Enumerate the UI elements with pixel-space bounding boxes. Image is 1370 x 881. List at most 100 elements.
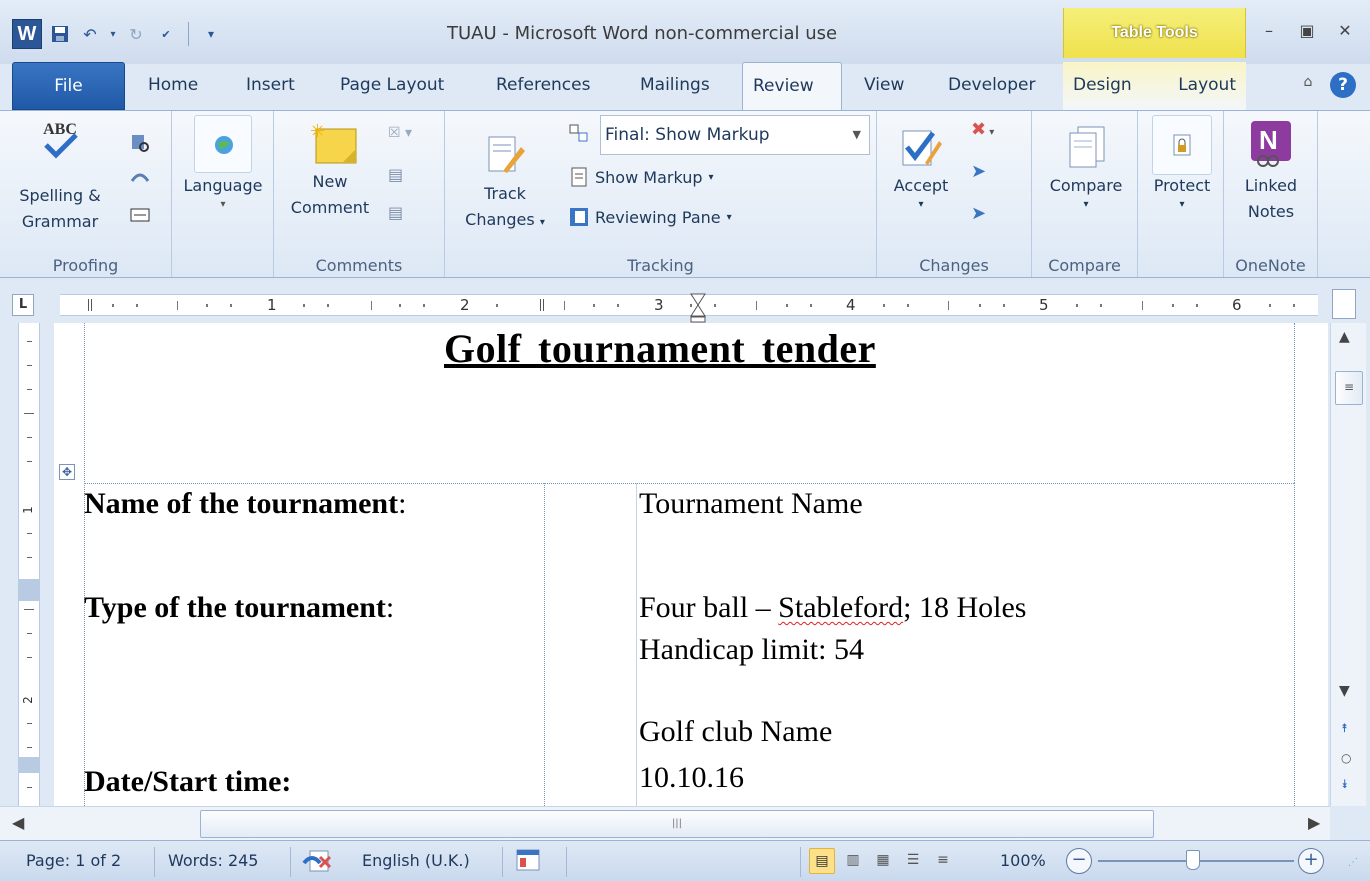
table-move-handle-icon[interactable]: ✥: [59, 464, 75, 480]
select-browse-object-icon[interactable]: ○: [1341, 751, 1351, 765]
reject-icon[interactable]: ✖ ▾: [971, 119, 994, 140]
linked-notes-button[interactable]: N Linked Notes: [1228, 117, 1314, 225]
zoom-level-button[interactable]: 100%: [1000, 851, 1046, 870]
protect-button[interactable]: Protect ▾: [1144, 115, 1220, 211]
accept-button[interactable]: Accept ▾: [885, 125, 957, 211]
horizontal-scroll-thumb[interactable]: |||: [200, 810, 1154, 838]
ruler-tick: [27, 389, 32, 390]
proofing-errors-icon[interactable]: [302, 847, 334, 879]
scroll-up-icon[interactable]: ▲: [1339, 329, 1350, 345]
close-icon[interactable]: ✕: [1334, 20, 1356, 42]
vertical-ruler[interactable]: 1 2: [18, 323, 40, 806]
zoom-slider-thumb[interactable]: [1186, 850, 1200, 870]
compare-button[interactable]: Compare ▾: [1038, 125, 1134, 211]
spellcheck-icon[interactable]: ✔: [154, 22, 178, 46]
group-label-comments: Comments: [315, 256, 403, 275]
tab-home[interactable]: Home: [138, 62, 208, 110]
zoom-out-icon[interactable]: −: [1066, 848, 1092, 874]
tab-review[interactable]: Review: [742, 62, 842, 110]
vertical-scrollbar[interactable]: ▲ ≡ ▼ ⯭ ○ ⯯: [1330, 323, 1366, 806]
previous-page-icon[interactable]: ⯭: [1341, 721, 1348, 736]
tab-file[interactable]: File: [12, 62, 125, 110]
tab-design[interactable]: Design: [1063, 62, 1155, 110]
delete-comment-icon[interactable]: ☒ ▾: [388, 125, 412, 141]
next-page-icon[interactable]: ⯯: [1341, 777, 1348, 792]
previous-comment-icon[interactable]: ▤: [388, 165, 403, 184]
language-indicator[interactable]: English (U.K.): [362, 851, 470, 870]
previous-change-icon[interactable]: ➤: [971, 161, 986, 182]
help-icon[interactable]: ?: [1330, 72, 1356, 98]
next-change-icon[interactable]: ➤: [971, 203, 986, 224]
minimize-ribbon-icon[interactable]: ⌂: [1298, 74, 1318, 96]
resize-grip-icon[interactable]: ⋰: [1348, 857, 1358, 868]
spelling-grammar-button[interactable]: ABC Spelling & Grammar: [14, 117, 106, 235]
tab-developer[interactable]: Developer: [938, 62, 1045, 110]
macro-recording-icon[interactable]: [516, 849, 540, 875]
document-page[interactable]: Golf tournament tender ✥ Name of the tou…: [54, 323, 1328, 806]
show-markup-button[interactable]: Show Markup ▾: [569, 167, 714, 187]
ruler-margin-marker[interactable]: [19, 757, 39, 773]
table-cell-value[interactable]: Four ball – Stableford; 18 Holes: [639, 591, 1026, 625]
new-comment-button[interactable]: ✳ New Comment: [280, 121, 380, 221]
tab-references[interactable]: References: [486, 62, 600, 110]
undo-icon[interactable]: ↶: [78, 22, 102, 46]
table-cell-label[interactable]: Type of the tournament:: [84, 591, 394, 625]
minimize-icon[interactable]: –: [1258, 20, 1280, 42]
tab-page-layout[interactable]: Page Layout: [330, 62, 454, 110]
spelling-error-word[interactable]: Stableford: [778, 591, 903, 624]
tab-mailings[interactable]: Mailings: [630, 62, 720, 110]
table-cell-label[interactable]: Date/Start time:: [84, 765, 291, 799]
document-title[interactable]: Golf tournament tender: [444, 325, 876, 372]
ruler-column-marker[interactable]: [540, 299, 544, 311]
horizontal-ruler[interactable]: 1 2 3 4 5 6: [60, 293, 1318, 323]
scroll-right-icon[interactable]: ▶: [1308, 813, 1320, 832]
customize-toolbar-icon[interactable]: ▾: [199, 22, 223, 46]
scroll-down-icon[interactable]: ▼: [1339, 683, 1350, 699]
status-separator: [502, 847, 503, 877]
redo-icon[interactable]: ↻: [124, 22, 148, 46]
save-icon[interactable]: [48, 22, 72, 46]
research-icon[interactable]: [130, 133, 150, 157]
page-number-indicator[interactable]: Page: 1 of 2: [26, 851, 121, 870]
view-ruler-icon[interactable]: [1332, 289, 1356, 319]
indent-marker-icon[interactable]: [690, 293, 706, 323]
tab-layout[interactable]: Layout: [1155, 62, 1246, 110]
status-separator: [154, 847, 155, 877]
word-app-icon[interactable]: W: [12, 19, 42, 49]
word-count-indicator[interactable]: Words: 245: [168, 851, 258, 870]
print-layout-view-icon[interactable]: ▤: [809, 848, 835, 874]
undo-dropdown-icon[interactable]: ▾: [108, 22, 118, 46]
table-cell-value[interactable]: Golf club Name: [639, 715, 832, 749]
tab-view[interactable]: View: [854, 62, 914, 110]
display-for-review-dropdown[interactable]: Final: Show Markup ▼: [600, 115, 870, 155]
full-screen-reading-view-icon[interactable]: ▥: [840, 848, 866, 874]
table-cell-value[interactable]: Handicap limit: 54: [639, 633, 864, 667]
tab-selector-button[interactable]: L: [12, 294, 34, 316]
next-comment-icon[interactable]: ▤: [388, 203, 403, 222]
zoom-in-icon[interactable]: +: [1298, 848, 1324, 874]
horizontal-scrollbar[interactable]: ◀ ||| ▶: [0, 806, 1330, 840]
table-cell-value[interactable]: Tournament Name: [639, 487, 863, 521]
track-changes-label-2: Changes ▾: [465, 210, 545, 229]
word-count-icon[interactable]: [130, 205, 150, 229]
quick-access-toolbar: W ↶ ▾ ↻ ✔ ▾: [12, 18, 223, 50]
thesaurus-icon[interactable]: [130, 167, 150, 191]
reviewing-pane-icon: [569, 207, 589, 227]
restore-icon[interactable]: ▣: [1296, 20, 1318, 42]
vertical-scroll-thumb[interactable]: ≡: [1335, 371, 1363, 405]
ruler-column-marker[interactable]: [88, 299, 92, 311]
chevron-down-icon: ▼: [852, 128, 861, 141]
tab-insert[interactable]: Insert: [236, 62, 305, 110]
web-layout-view-icon[interactable]: ▦: [870, 848, 896, 874]
ruler-tick: [27, 787, 32, 788]
draft-view-icon[interactable]: ≡: [930, 848, 956, 874]
table-cell-value[interactable]: 10.10.16: [639, 761, 744, 795]
track-changes-button[interactable]: Track Changes ▾: [453, 133, 557, 236]
ruler-tick: [327, 304, 329, 307]
scroll-left-icon[interactable]: ◀: [12, 813, 24, 832]
reviewing-pane-button[interactable]: Reviewing Pane ▾: [569, 207, 732, 227]
ruler-margin-marker[interactable]: [19, 579, 39, 601]
outline-view-icon[interactable]: ☰: [900, 848, 926, 874]
table-cell-label[interactable]: Name of the tournament:: [84, 487, 406, 521]
language-button[interactable]: Language ▾: [176, 115, 270, 211]
